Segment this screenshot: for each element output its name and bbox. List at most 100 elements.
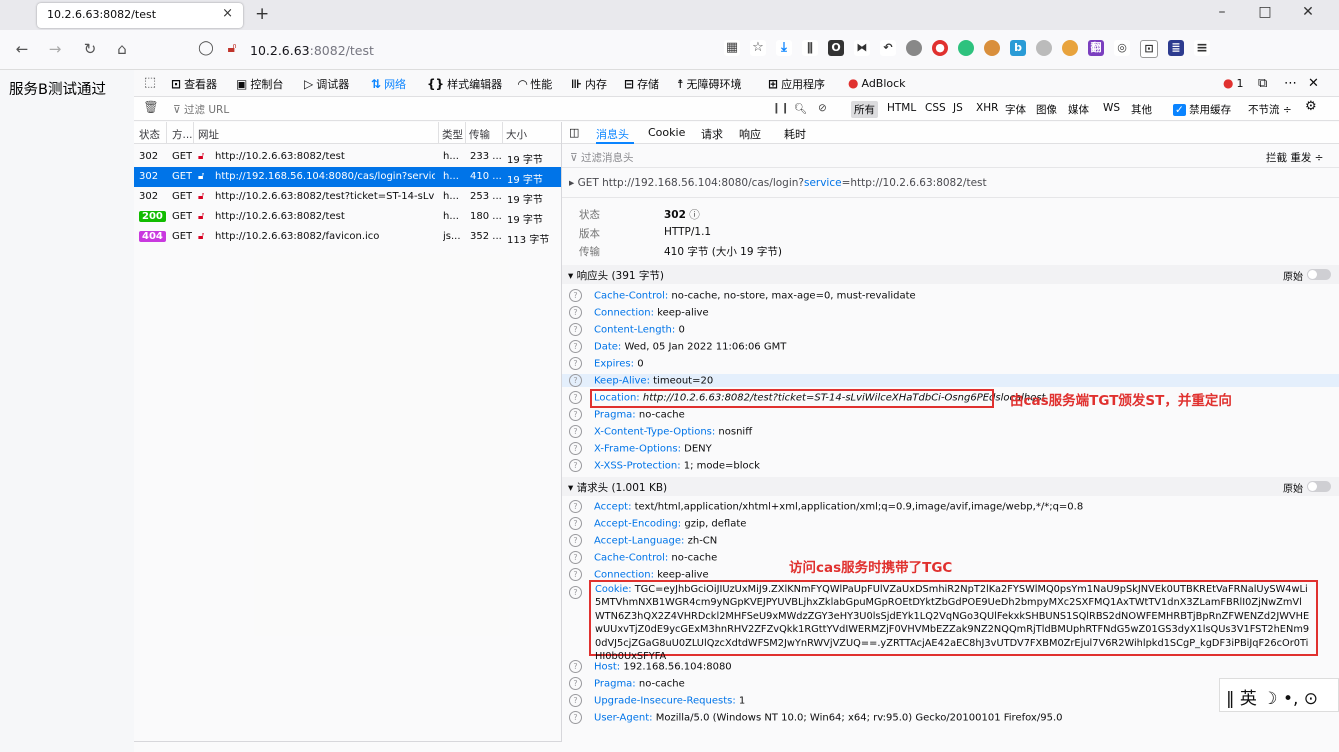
ext-icon-12[interactable]: ⊡ — [1140, 40, 1158, 58]
tab-request[interactable]: 请求 — [701, 126, 723, 142]
tab-headers[interactable]: 消息头 — [596, 126, 629, 142]
cookie-header[interactable]: Cookie: TGC=eyJhbGciOiJIUzUxMiJ9.ZXlKNmF… — [595, 583, 1310, 663]
ext-icon-13[interactable]: ≣ — [1168, 40, 1184, 56]
header-line[interactable]: ? Expires: 0 — [569, 357, 644, 370]
request-row[interactable]: 200 GET 🔓︎ http://10.2.6.63:8082/test h... 18… — [134, 207, 561, 227]
help-icon[interactable]: ? — [569, 374, 582, 387]
ext-icon-8[interactable] — [1036, 40, 1052, 56]
help-icon[interactable]: ? — [569, 517, 582, 530]
help-icon[interactable]: ? — [569, 425, 582, 438]
ext-icon-5[interactable] — [958, 40, 974, 56]
ext-icon-6[interactable] — [984, 40, 1000, 56]
shield-icon[interactable]: ◯ — [196, 40, 216, 56]
request-headers-section[interactable]: ▾ 请求头 (1.001 KB) 原始 — [562, 477, 1339, 496]
header-line[interactable]: ? Accept: text/html,application/xhtml+xml… — [569, 500, 1083, 513]
col-size[interactable]: 大小 — [506, 127, 527, 142]
block-icon[interactable]: ⊘ — [818, 102, 827, 114]
ext-icon-9[interactable] — [1062, 40, 1078, 56]
help-icon[interactable]: ? — [569, 551, 582, 564]
library-icon[interactable]: ⫼ — [802, 40, 818, 56]
devtools-close-icon[interactable]: ✕ — [1308, 76, 1319, 91]
panel-toggle-icon[interactable]: ◫ — [569, 126, 579, 139]
header-line[interactable]: ? User-Agent: Mozilla/5.0 (Windows NT 10.… — [569, 711, 1063, 724]
header-line[interactable]: ? Upgrade-Insecure-Requests: 1 — [569, 694, 745, 707]
filter-html[interactable]: HTML — [887, 102, 916, 114]
header-line[interactable]: ? Pragma: no-cache — [569, 677, 685, 690]
tab-application[interactable]: ⊞ 应用程序 — [768, 76, 825, 92]
header-line[interactable]: ? X-Content-Type-Options: nosniff — [569, 425, 752, 438]
header-line[interactable]: ? Cache-Control: no-cache — [569, 551, 717, 564]
bookmark-star-icon[interactable]: ☆ — [750, 40, 766, 56]
help-icon[interactable]: ? — [569, 391, 582, 404]
filter-ws[interactable]: WS — [1103, 102, 1120, 114]
tab-memory[interactable]: ⊪ 内存 — [571, 76, 607, 92]
help-icon[interactable]: ? — [569, 694, 582, 707]
ext-icon-4[interactable] — [906, 40, 922, 56]
download-icon[interactable]: ⤓ — [776, 40, 792, 56]
tab-response[interactable]: 响应 — [739, 126, 761, 142]
reload-icon[interactable]: ↻ — [80, 40, 100, 58]
header-line[interactable]: ? Content-Length: 0 — [569, 323, 685, 336]
tab-cookies[interactable]: Cookie — [648, 126, 685, 139]
request-summary[interactable]: ▸ GET http://192.168.56.104:8080/cas/log… — [569, 177, 987, 189]
filter-media[interactable]: 媒体 — [1068, 102, 1089, 117]
filter-fonts[interactable]: 字体 — [1005, 102, 1026, 117]
dock-icon[interactable]: ⧉ — [1258, 76, 1267, 91]
filter-css[interactable]: CSS — [925, 102, 946, 114]
help-icon[interactable]: ? — [569, 442, 582, 455]
error-counter[interactable]: ● 1 — [1223, 76, 1243, 90]
help-icon[interactable]: ? — [569, 677, 582, 690]
col-url[interactable]: 网址 — [198, 127, 219, 142]
disable-cache-checkbox[interactable]: ✓ 禁用缓存 — [1173, 102, 1231, 117]
ext-icon-7[interactable]: b — [1010, 40, 1026, 56]
col-method[interactable]: 方... — [172, 127, 193, 142]
adblock-icon[interactable]: ● — [932, 40, 948, 56]
raw-toggle[interactable] — [1307, 269, 1331, 280]
ext-icon-10[interactable]: 翻 — [1088, 40, 1104, 56]
filter-images[interactable]: 图像 — [1036, 102, 1057, 117]
url-text[interactable]: 10.2.6.63:8082/test — [250, 43, 374, 58]
filter-xhr[interactable]: XHR — [976, 102, 998, 114]
headers-filter-input[interactable]: ⊽ 过滤消息头 — [570, 150, 634, 165]
help-icon[interactable]: ? — [569, 340, 582, 353]
ime-toolbar[interactable]: ‖ 英 ☽ •, ⊙ — [1219, 678, 1339, 712]
help-icon[interactable]: ? — [569, 586, 582, 599]
header-line[interactable]: ? X-Frame-Options: DENY — [569, 442, 712, 455]
header-line[interactable]: ? Cache-Control: no-cache, no-store, max-… — [569, 289, 916, 302]
header-line[interactable]: ? Accept-Encoding: gzip, deflate — [569, 517, 746, 530]
tab-accessibility[interactable]: ☨ 无障碍环境 — [677, 76, 742, 92]
help-icon[interactable]: ? — [569, 534, 582, 547]
ext-icon-1[interactable]: O — [828, 40, 844, 56]
help-icon[interactable]: ? — [569, 660, 582, 673]
trash-icon[interactable]: 🗑︎ — [141, 100, 161, 114]
search-icon[interactable]: 🔍︎ — [794, 102, 807, 115]
help-icon[interactable]: ? — [569, 408, 582, 421]
forward-icon[interactable]: → — [45, 40, 65, 58]
settings-gear-icon[interactable]: ⚙ — [1305, 99, 1317, 114]
header-line[interactable]: ? Keep-Alive: timeout=20 — [562, 374, 1339, 387]
help-icon[interactable]: ? — [569, 306, 582, 319]
help-icon[interactable]: ? — [569, 289, 582, 302]
insecure-lock-icon[interactable]: 🔓︎ — [222, 40, 242, 56]
request-row[interactable]: 302 GET 🔓︎ http://10.2.6.63:8082/test?ticke… — [134, 187, 561, 207]
ext-icon-3[interactable]: ↶ — [880, 40, 896, 56]
col-transfer[interactable]: 传输 — [469, 127, 490, 142]
header-line[interactable]: ? X-XSS-Protection: 1; mode=block — [569, 459, 760, 472]
throttle-select[interactable]: 不节流 ÷ — [1248, 102, 1292, 117]
filter-other[interactable]: 其他 — [1131, 102, 1152, 117]
tab-style-editor[interactable]: {} 样式编辑器 — [427, 76, 502, 92]
raw-toggle[interactable] — [1307, 481, 1331, 492]
url-filter-input[interactable]: ⊽ 过滤 URL — [173, 102, 229, 117]
request-row[interactable]: 302 GET 🔓︎ http://192.168.56.104:8080/cas/l… — [134, 167, 561, 187]
header-line[interactable]: ? Connection: keep-alive — [569, 306, 709, 319]
col-status[interactable]: 状态 — [139, 127, 160, 142]
tab-console[interactable]: ▣ 控制台 — [236, 76, 283, 92]
pause-icon[interactable]: ❙❙ — [772, 102, 790, 114]
tab-performance[interactable]: ◠ 性能 — [518, 76, 552, 92]
request-row[interactable]: 404 GET 🔓︎ http://10.2.6.63:8082/favicon.ic… — [134, 227, 561, 247]
filter-all[interactable]: 所有 — [851, 101, 878, 118]
ext-icon-11[interactable]: ◎ — [1114, 40, 1130, 56]
help-icon[interactable]: ⓘ — [689, 209, 700, 221]
request-row[interactable]: 302 GET 🔓︎ http://10.2.6.63:8082/test h... 23… — [134, 147, 561, 167]
url-bar[interactable] — [188, 5, 1312, 35]
